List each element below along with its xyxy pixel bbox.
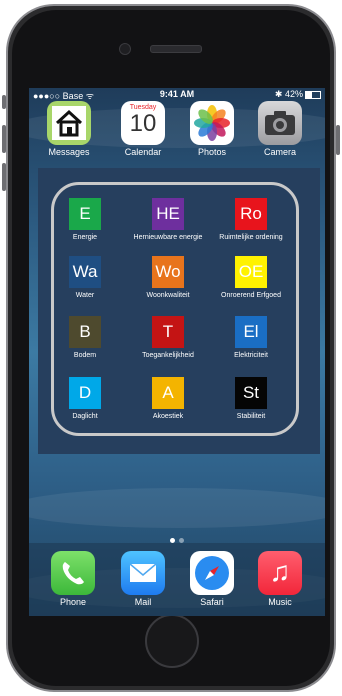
volume-down-button [2, 163, 6, 191]
category-label: Daglicht [72, 413, 98, 420]
category-tile[interactable]: HE Hernieuwbare energie [125, 198, 211, 241]
category-code-icon: B [69, 316, 101, 348]
home-screen: ●●●○○ Base ᯤ 9:41 AM ✱ 42% Messages Tues… [29, 88, 325, 616]
category-label: Woonkwaliteit [146, 292, 190, 299]
category-tile[interactable]: El Elektriciteit [208, 316, 294, 359]
category-label: Elektriciteit [234, 352, 268, 359]
status-bar: ●●●○○ Base ᯤ 9:41 AM ✱ 42% [29, 88, 325, 102]
camera-icon [258, 101, 302, 145]
category-code-icon: A [152, 377, 184, 409]
category-tile[interactable]: Wo Woonkwaliteit [125, 256, 211, 299]
battery-status: ✱ 42% [275, 89, 321, 100]
category-tile[interactable]: OE Onroerend Erfgoed [208, 256, 294, 299]
category-label: Stabiliteit [236, 413, 266, 420]
category-tile[interactable]: E Energie [42, 198, 128, 241]
mute-switch [2, 95, 6, 109]
wallpaper-wave [29, 488, 325, 528]
app-label: Messages [48, 147, 90, 157]
category-code-icon: OE [235, 256, 267, 288]
volume-up-button [2, 125, 6, 153]
safari-icon [190, 551, 234, 595]
mail-icon [121, 551, 165, 595]
app-label: Mail [134, 597, 152, 607]
phone-icon [51, 551, 95, 595]
app-label: Photos [197, 147, 227, 157]
app-camera[interactable]: Camera [252, 101, 308, 157]
category-label: Ruimtelijke ordening [219, 234, 283, 241]
category-code-icon: St [235, 377, 267, 409]
category-code-icon: T [152, 316, 184, 348]
category-tile[interactable]: Ro Ruimtelijke ordening [208, 198, 294, 241]
battery-icon [305, 90, 321, 99]
category-code-icon: D [69, 377, 101, 409]
category-tile[interactable]: B Bodem [42, 316, 128, 359]
earpiece-speaker [150, 45, 202, 53]
app-label: Phone [59, 597, 87, 607]
category-label: Bodem [73, 352, 97, 359]
app-messages[interactable]: Messages [41, 101, 97, 157]
category-code-icon: Wo [152, 256, 184, 288]
category-label: Hernieuwbare energie [133, 234, 203, 241]
calendar-date: 10 [129, 110, 157, 137]
dock: Phone Mail Safari ♫ Music [29, 543, 325, 616]
calendar-icon: Tuesday 10 [121, 101, 165, 145]
app-label: Music [268, 597, 292, 607]
app-label: Calendar [124, 147, 162, 157]
app-calendar[interactable]: Tuesday 10 Calendar [115, 101, 171, 157]
front-camera [119, 43, 131, 55]
category-tile[interactable]: D Daglicht [42, 377, 128, 420]
category-label: Toegankelijkheid [142, 352, 194, 359]
home-button[interactable] [145, 614, 199, 668]
app-music[interactable]: ♫ Music [252, 551, 308, 607]
app-safari[interactable]: Safari [184, 551, 240, 607]
power-button [336, 125, 340, 155]
category-tile[interactable]: Wa Water [42, 256, 128, 299]
category-tile[interactable]: St Stabiliteit [208, 377, 294, 420]
category-code-icon: Ro [235, 198, 267, 230]
category-label: Water [75, 292, 95, 299]
app-label: Safari [200, 597, 224, 607]
category-code-icon: HE [152, 198, 184, 230]
category-code-icon: El [235, 316, 267, 348]
app-photos[interactable]: Photos [184, 101, 240, 157]
bluetooth-icon: ✱ [274, 89, 283, 99]
category-tile[interactable]: T Toegankelijkheid [125, 316, 211, 359]
music-icon: ♫ [258, 551, 302, 595]
photos-icon [190, 101, 234, 145]
category-label: Energie [72, 234, 98, 241]
home-icon [47, 101, 91, 145]
category-label: Akoestiek [152, 413, 184, 420]
category-code-icon: Wa [69, 256, 101, 288]
app-label: Camera [263, 147, 296, 157]
category-code-icon: E [69, 198, 101, 230]
category-label: Onroerend Erfgoed [221, 292, 281, 299]
app-phone[interactable]: Phone [45, 551, 101, 607]
category-tile[interactable]: A Akoestiek [125, 377, 211, 420]
app-mail[interactable]: Mail [115, 551, 171, 607]
